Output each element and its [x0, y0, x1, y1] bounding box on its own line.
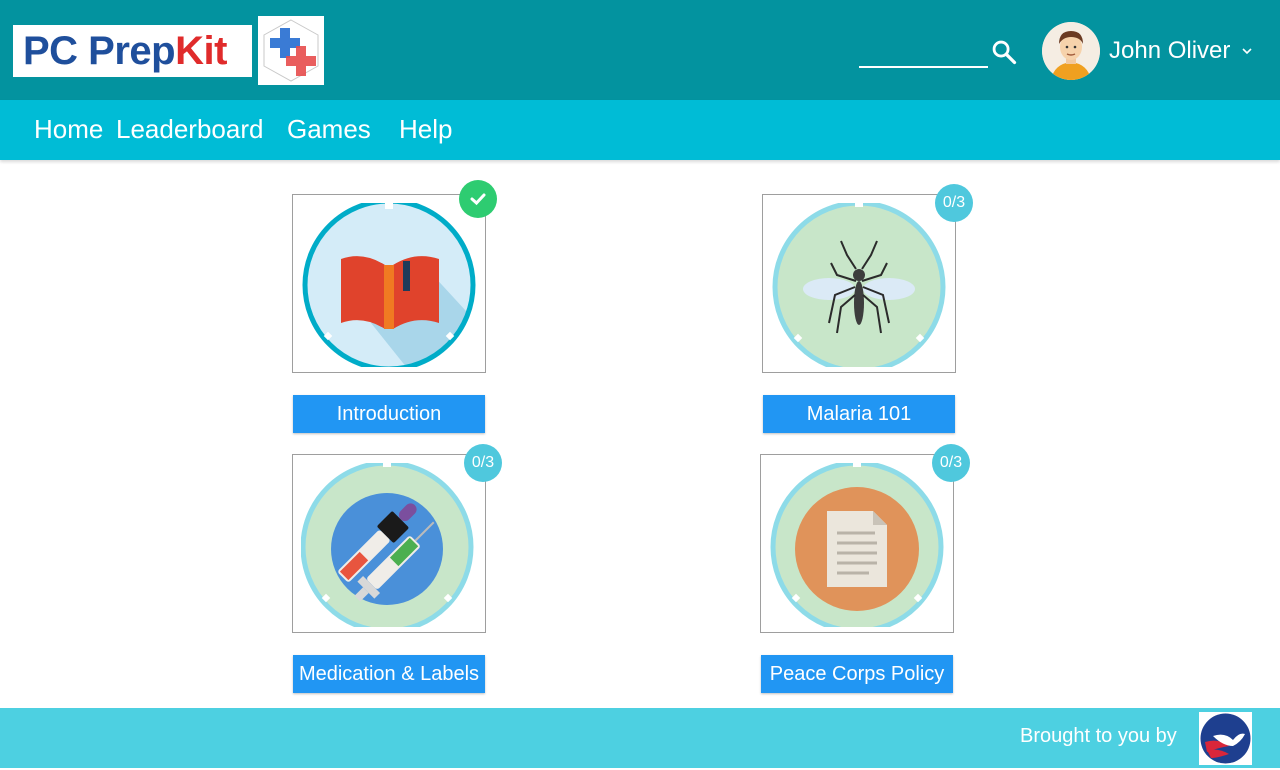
completed-check-icon	[459, 180, 497, 218]
module-button-introduction[interactable]: Introduction	[293, 395, 485, 433]
document-icon	[770, 463, 944, 627]
search-field-wrapper	[859, 36, 988, 68]
avatar	[1042, 22, 1100, 80]
footer-credit-text: Brought to you by	[1020, 725, 1177, 747]
progress-badge: 0/3	[464, 444, 502, 482]
app-footer: Brought to you by	[0, 708, 1280, 768]
book-icon	[302, 203, 476, 367]
mosquito-icon	[772, 203, 946, 367]
module-card-peace-corps-policy[interactable]	[760, 454, 954, 633]
module-card-malaria-101[interactable]	[762, 194, 956, 373]
module-button-malaria-101[interactable]: Malaria 101	[763, 395, 955, 433]
module-card-medication-labels[interactable]	[292, 454, 486, 633]
syringe-icon	[301, 463, 474, 627]
user-menu[interactable]: John Oliver	[1042, 22, 1254, 80]
nav-home[interactable]: Home	[34, 114, 103, 145]
user-name: John Oliver	[1109, 37, 1231, 64]
progress-badge: 0/3	[932, 444, 970, 482]
search-input[interactable]	[859, 36, 988, 66]
app-logo[interactable]: PC PrepKit	[13, 25, 252, 77]
nav-leaderboard[interactable]: Leaderboard	[116, 114, 263, 145]
logo-text-pc: PC Prep	[23, 28, 176, 73]
module-button-medication-labels[interactable]: Medication & Labels	[293, 655, 485, 693]
module-card-introduction[interactable]	[292, 194, 486, 373]
peace-corps-logo-icon[interactable]	[1199, 712, 1252, 765]
logo-cross-icon	[258, 16, 324, 85]
logo-text: PC PrepKit	[23, 29, 227, 74]
progress-badge: 0/3	[935, 184, 973, 222]
nav-games[interactable]: Games	[287, 114, 371, 145]
chevron-down-icon[interactable]	[1240, 44, 1254, 58]
search-icon[interactable]	[990, 38, 1018, 66]
app-header: PC PrepKit John Oliver	[0, 0, 1280, 100]
logo-text-kit: Kit	[175, 28, 227, 73]
main-nav: Home Leaderboard Games Help	[0, 100, 1280, 160]
nav-help[interactable]: Help	[399, 114, 452, 145]
module-button-peace-corps-policy[interactable]: Peace Corps Policy	[761, 655, 953, 693]
